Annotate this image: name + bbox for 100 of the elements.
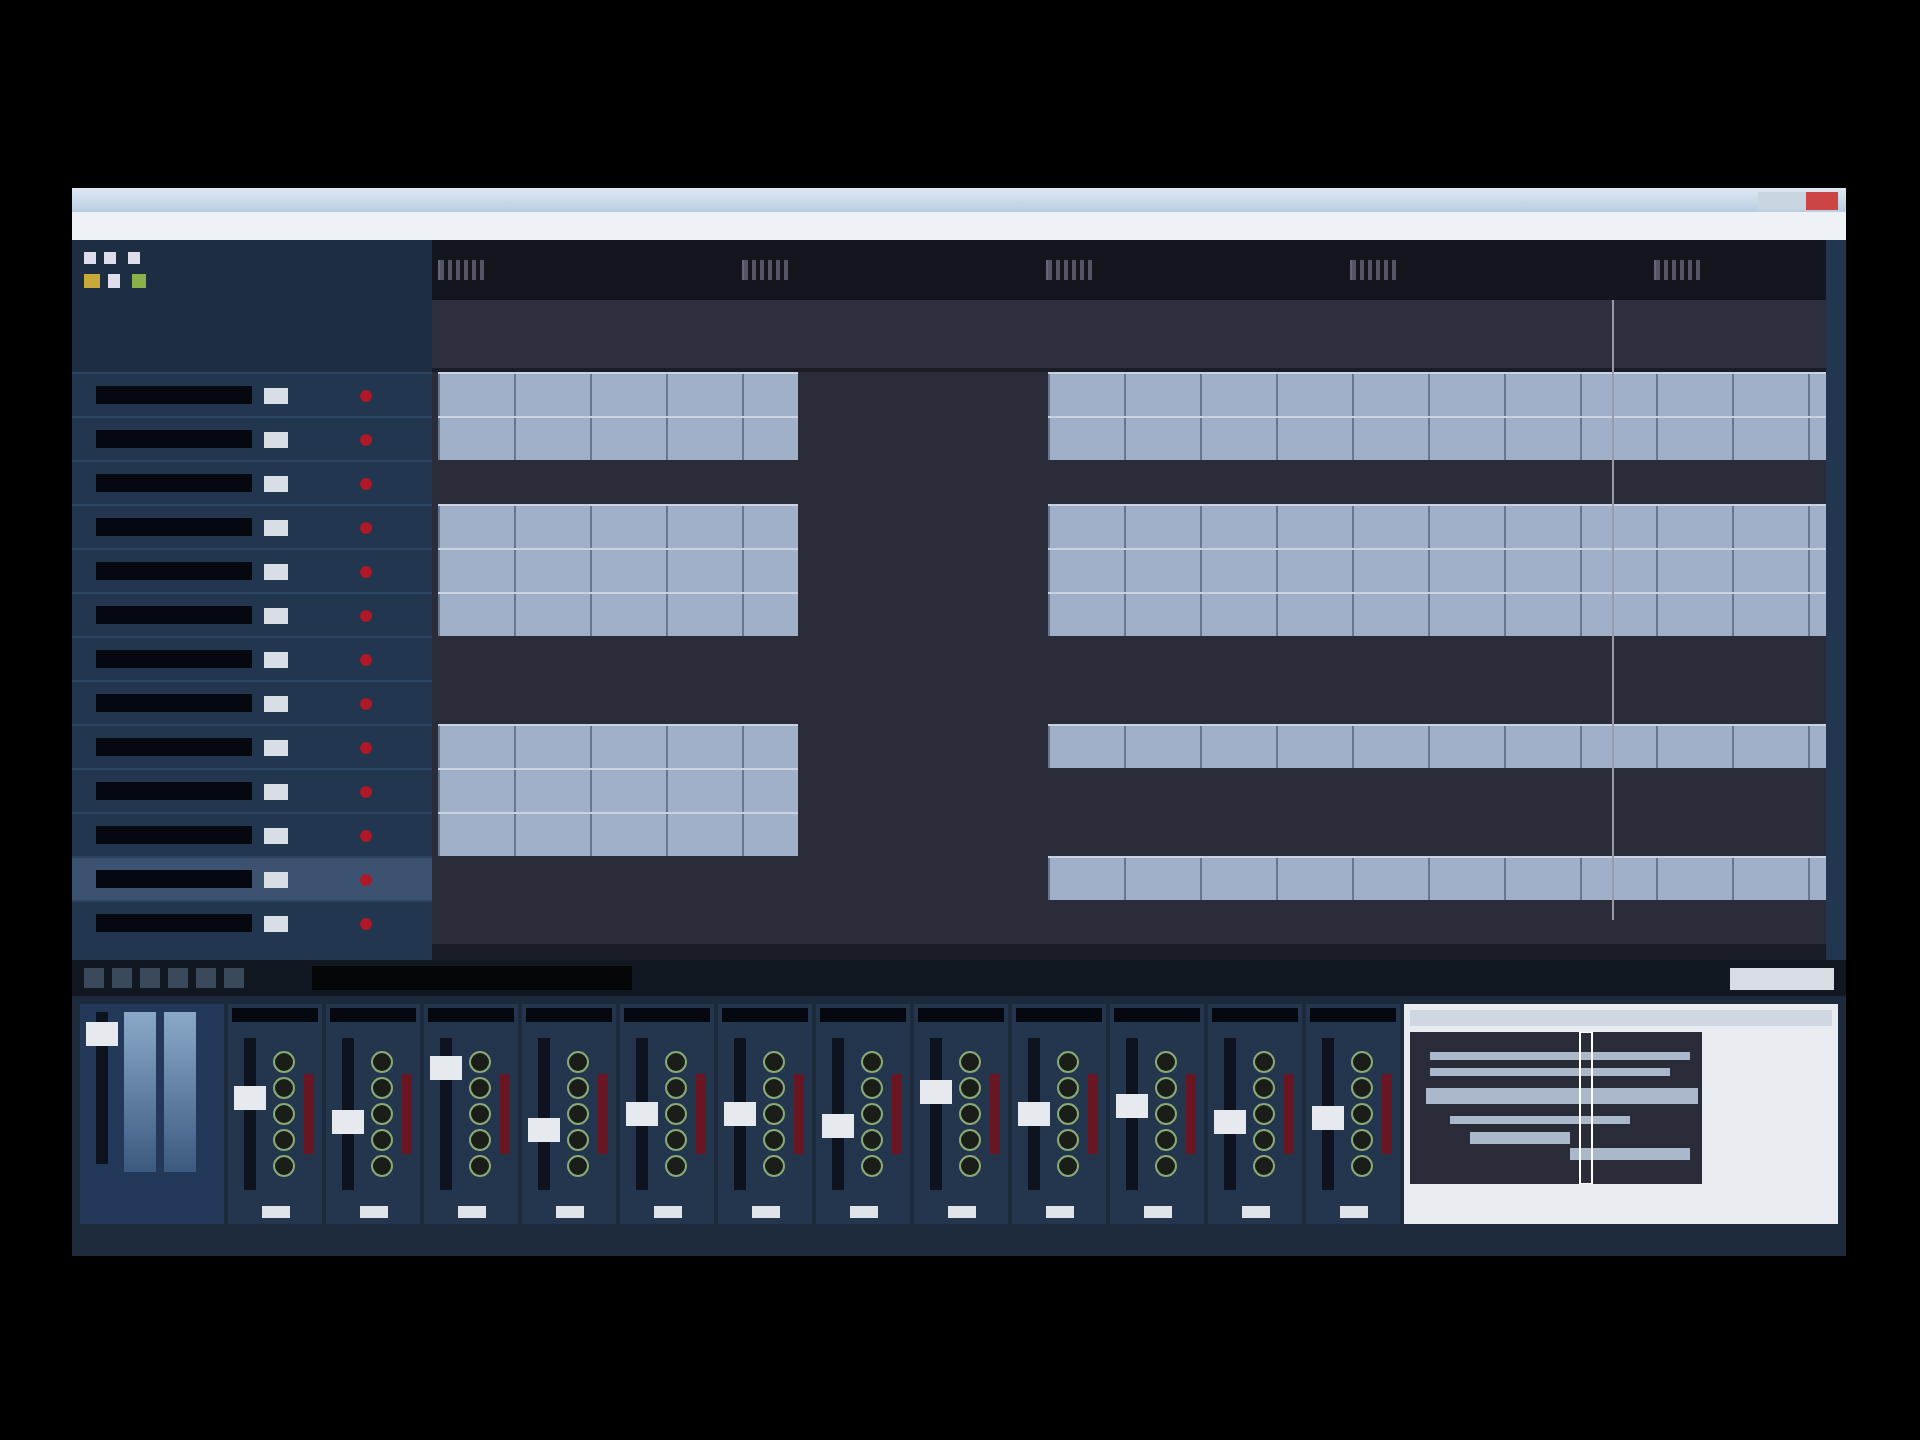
track-button[interactable] — [264, 739, 288, 755]
vocal-part[interactable] — [1048, 856, 1826, 900]
channel-name-field — [624, 1008, 710, 1022]
level-meter — [892, 1074, 902, 1154]
bar-marker — [1654, 260, 1704, 280]
record-dot-icon[interactable] — [360, 873, 372, 885]
horizontal-scrollbar[interactable] — [432, 944, 1826, 960]
level-meter — [1382, 1074, 1392, 1154]
fader-thumb[interactable] — [332, 1109, 364, 1134]
fader-thumb[interactable] — [626, 1102, 658, 1126]
vocal-part[interactable] — [1048, 416, 1826, 460]
vertical-scrollbar[interactable] — [1826, 240, 1846, 960]
channel-button[interactable] — [359, 1206, 387, 1218]
bar-marker — [438, 260, 488, 280]
vocal-part[interactable] — [1048, 548, 1826, 592]
navigator-overview-drawing[interactable] — [1410, 1032, 1702, 1184]
channel-name-field — [1016, 1008, 1102, 1022]
track-button[interactable] — [264, 827, 288, 843]
bar-marker — [742, 260, 792, 280]
track-name-field[interactable] — [96, 914, 252, 932]
channel-name-field — [330, 1008, 416, 1022]
record-dot-icon[interactable] — [360, 565, 372, 577]
track-button[interactable] — [264, 387, 288, 403]
track-button[interactable] — [264, 871, 288, 887]
track-header[interactable] — [72, 856, 432, 900]
channel-name-field — [918, 1008, 1004, 1022]
channel-button[interactable] — [751, 1206, 779, 1218]
fader-thumb[interactable] — [234, 1086, 266, 1111]
window-controls-icon[interactable] — [1758, 191, 1838, 209]
channel-name-field — [1310, 1008, 1396, 1022]
level-meter — [696, 1074, 706, 1154]
vocal-part[interactable] — [1048, 504, 1826, 548]
level-meter — [1088, 1074, 1098, 1154]
fader-thumb[interactable] — [86, 1022, 118, 1047]
track-button[interactable] — [264, 475, 288, 491]
record-dot-icon[interactable] — [360, 917, 372, 929]
record-dot-icon[interactable] — [360, 477, 372, 489]
fader-thumb[interactable] — [430, 1056, 462, 1081]
fader-thumb[interactable] — [1214, 1109, 1246, 1134]
level-meter — [794, 1074, 804, 1154]
bar-marker — [1350, 260, 1400, 280]
record-dot-icon[interactable] — [360, 609, 372, 621]
track-name-field[interactable] — [96, 606, 252, 624]
track-name-field[interactable] — [96, 826, 252, 844]
channel-button[interactable] — [1241, 1206, 1269, 1218]
channel-button[interactable] — [261, 1206, 289, 1218]
track-name-field[interactable] — [96, 562, 252, 580]
channel-name-field — [428, 1008, 514, 1022]
track-button[interactable] — [264, 695, 288, 711]
vocal-part[interactable] — [1048, 724, 1826, 768]
channel-name-field — [1114, 1008, 1200, 1022]
channel-button[interactable] — [457, 1206, 485, 1218]
record-dot-icon[interactable] — [360, 829, 372, 841]
record-dot-icon[interactable] — [360, 389, 372, 401]
record-dot-icon[interactable] — [360, 741, 372, 753]
channel-button[interactable] — [849, 1206, 877, 1218]
fader-thumb[interactable] — [528, 1117, 560, 1142]
track-button[interactable] — [264, 651, 288, 667]
dropdown[interactable] — [1730, 967, 1834, 989]
track-button[interactable] — [264, 563, 288, 579]
track-name-field[interactable] — [96, 650, 252, 668]
record-dot-icon[interactable] — [360, 433, 372, 445]
level-meter — [1284, 1074, 1294, 1154]
track-button[interactable] — [264, 607, 288, 623]
channel-button[interactable] — [1143, 1206, 1171, 1218]
fader-thumb[interactable] — [920, 1079, 952, 1104]
record-dot-icon[interactable] — [360, 785, 372, 797]
level-meter — [1186, 1074, 1196, 1154]
track-name-field[interactable] — [96, 386, 252, 404]
channel-button[interactable] — [653, 1206, 681, 1218]
track-name-field[interactable] — [96, 870, 252, 888]
track-name-field[interactable] — [96, 782, 252, 800]
track-name-field[interactable] — [96, 474, 252, 492]
fader-thumb[interactable] — [822, 1114, 854, 1139]
channel-button[interactable] — [555, 1206, 583, 1218]
level-meter — [402, 1074, 412, 1154]
track-button[interactable] — [264, 915, 288, 931]
record-dot-icon[interactable] — [360, 697, 372, 709]
track-name-field[interactable] — [96, 518, 252, 536]
channel-name-field — [1212, 1008, 1298, 1022]
level-meter — [990, 1074, 1000, 1154]
channel-button[interactable] — [1045, 1206, 1073, 1218]
record-dot-icon[interactable] — [360, 653, 372, 665]
fader-thumb[interactable] — [1116, 1094, 1148, 1119]
fader-thumb[interactable] — [1018, 1102, 1050, 1126]
track-name-field[interactable] — [96, 430, 252, 448]
vocal-part[interactable] — [1048, 592, 1826, 636]
vocal-part[interactable] — [1048, 372, 1826, 416]
track-name-field[interactable] — [96, 738, 252, 756]
channel-name-field — [722, 1008, 808, 1022]
channel-button[interactable] — [947, 1206, 975, 1218]
track-button[interactable] — [264, 783, 288, 799]
track-button[interactable] — [264, 431, 288, 447]
fader-thumb[interactable] — [1312, 1105, 1344, 1130]
channel-button[interactable] — [1339, 1206, 1367, 1218]
record-dot-icon[interactable] — [360, 521, 372, 533]
track-button[interactable] — [264, 519, 288, 535]
fader-thumb[interactable] — [724, 1102, 756, 1126]
track-name-field[interactable] — [96, 694, 252, 712]
bar-marker — [1046, 260, 1096, 280]
